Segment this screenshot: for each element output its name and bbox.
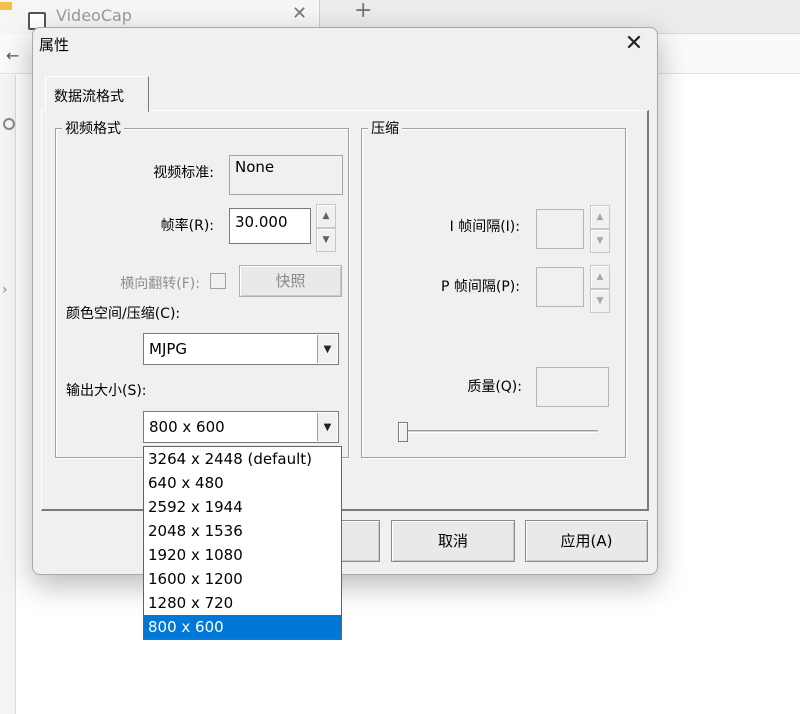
spin-down-icon[interactable]: ▼ [590,289,610,313]
cancel-button[interactable]: 取消 [391,520,515,562]
spin-up-icon[interactable]: ▲ [316,204,336,228]
framerate-input[interactable]: 30.000 [229,208,311,244]
tab-label: 数据流格式 [54,89,124,105]
video-standard-label: 视频标准: [153,165,214,181]
sidebar-circle-icon[interactable] [3,118,15,130]
background-tab-close-icon[interactable]: ✕ [292,3,307,24]
p-frame-label: P 帧间隔(P): [441,279,520,295]
close-icon[interactable]: ✕ [619,30,649,58]
dropdown-option-selected[interactable]: 800 x 600 [144,615,341,639]
chevron-down-icon[interactable]: ▼ [317,335,337,363]
output-size-value: 800 x 600 [149,418,225,436]
dropdown-option[interactable]: 1600 x 1200 [144,567,341,591]
output-size-label: 输出大小(S): [66,383,147,399]
spin-up-icon[interactable]: ▲ [590,265,610,289]
i-frame-label: I 帧间隔(I): [449,219,520,235]
folder-icon [0,2,12,10]
video-standard-field: None [229,155,343,195]
dialog-title: 属性 [39,36,70,54]
output-size-select[interactable]: 800 x 600 ▼ [143,411,339,443]
quality-field[interactable] [536,367,609,407]
spin-down-icon[interactable]: ▼ [316,228,336,252]
colorspace-select[interactable]: MJPG ▼ [143,333,339,365]
new-tab-icon[interactable]: + [354,0,372,23]
compression-group-title: 压缩 [368,118,402,138]
background-sidebar [0,75,16,714]
dropdown-option[interactable]: 1920 x 1080 [144,543,341,567]
colorspace-label: 颜色空间/压缩(C): [66,306,181,322]
spin-up-icon[interactable]: ▲ [590,205,610,229]
quality-label: 质量(Q): [467,379,522,395]
quality-slider-track[interactable] [402,430,598,433]
dropdown-option[interactable]: 1280 x 720 [144,591,341,615]
video-format-group-title: 视频格式 [62,118,124,138]
snapshot-button[interactable]: 快照 [239,265,342,297]
colorspace-value: MJPG [149,340,188,358]
back-arrow-icon[interactable]: ← [6,46,19,65]
framerate-spinner[interactable]: ▲ ▼ [316,204,336,252]
chevron-down-icon[interactable]: ▼ [317,413,337,441]
dropdown-option[interactable]: 3264 x 2448 (default) [144,447,341,471]
i-frame-spinner[interactable]: ▲ ▼ [590,205,610,253]
sidebar-chevron-icon[interactable]: › [2,282,8,298]
tab-stream-format[interactable]: 数据流格式 [45,76,149,112]
background-tab-title: VideoCap [56,6,132,25]
framerate-label: 帧率(R): [160,218,214,234]
dropdown-option[interactable]: 2048 x 1536 [144,519,341,543]
flip-checkbox[interactable] [210,273,226,289]
flip-label: 横向翻转(F): [120,276,200,292]
output-size-dropdown-list: 3264 x 2448 (default) 640 x 480 2592 x 1… [143,446,342,640]
apply-button[interactable]: 应用(A) [525,520,648,562]
p-frame-spinner[interactable]: ▲ ▼ [590,265,610,313]
dropdown-option[interactable]: 2592 x 1944 [144,495,341,519]
p-frame-field[interactable] [536,267,584,307]
i-frame-field[interactable] [536,209,584,249]
spin-down-icon[interactable]: ▼ [590,229,610,253]
dropdown-option[interactable]: 640 x 480 [144,471,341,495]
quality-slider-thumb[interactable] [398,422,408,442]
